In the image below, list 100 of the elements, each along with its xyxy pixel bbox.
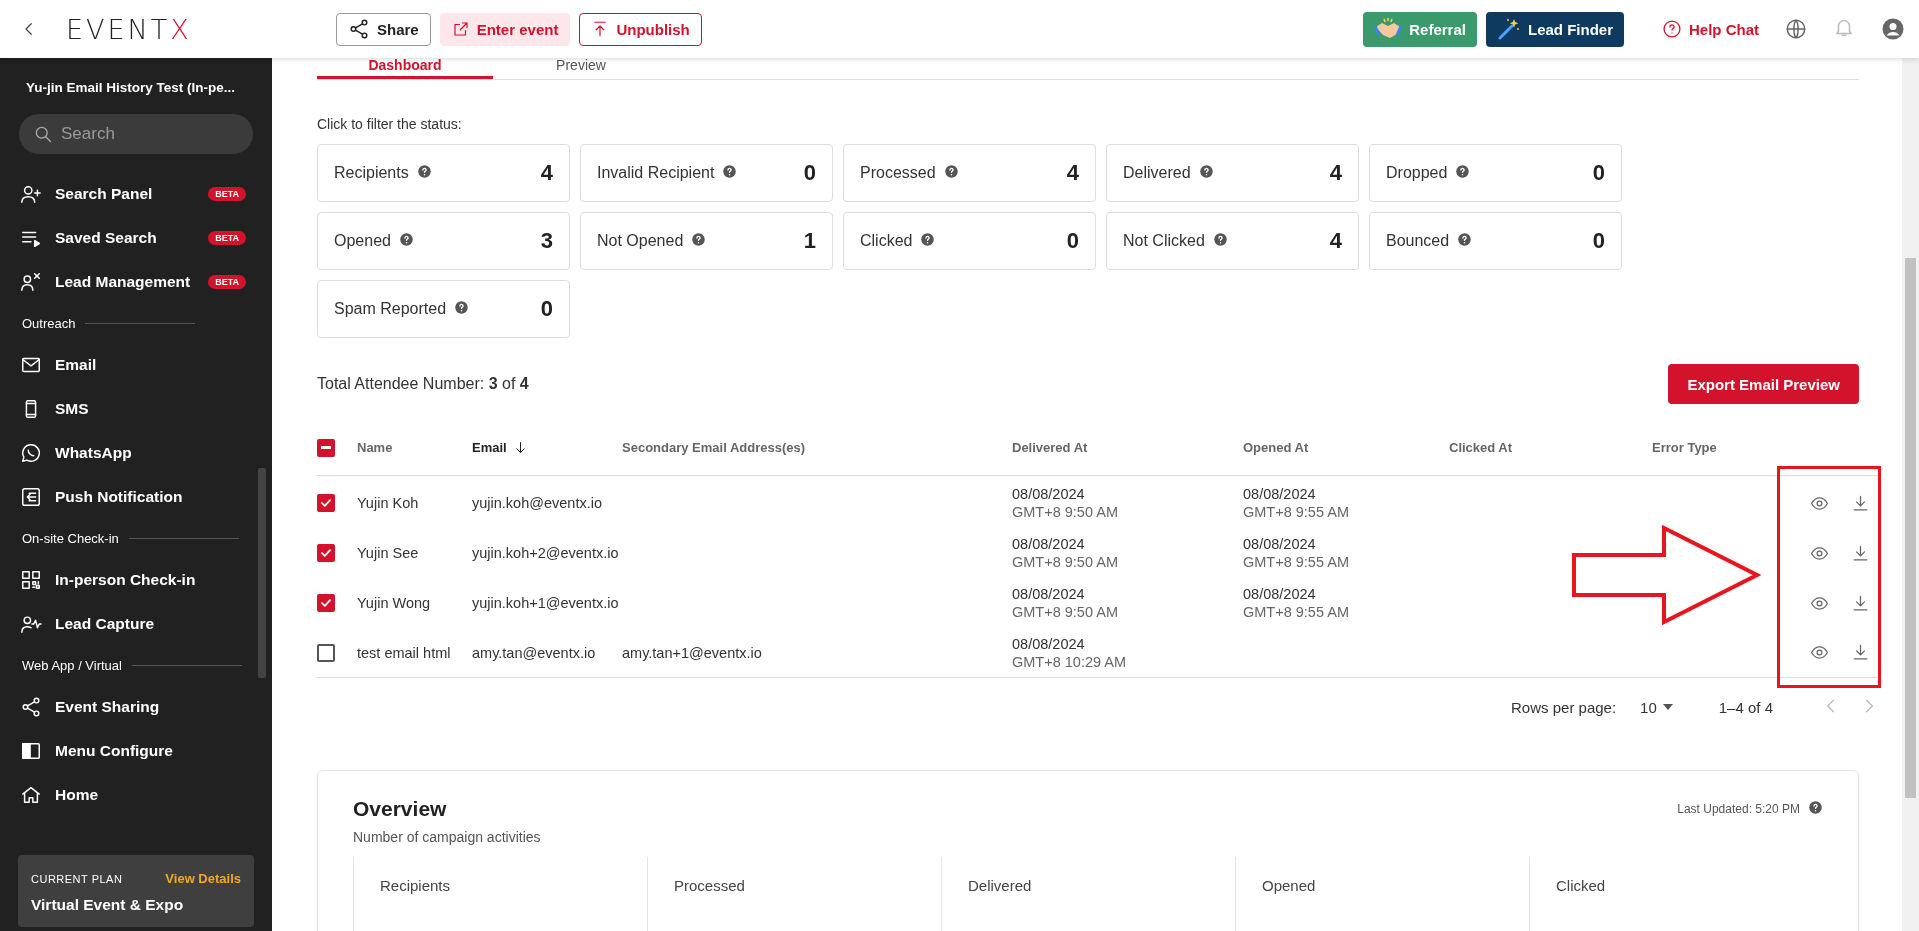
- help-icon: [416, 163, 432, 179]
- view-details-link[interactable]: View Details: [165, 871, 241, 886]
- scrollbar[interactable]: [258, 468, 266, 678]
- time-cell-text: GMT+8 9:55 AM: [1243, 554, 1350, 570]
- date-cell-text: 08/08/2024: [1243, 486, 1317, 502]
- download-icon: [1851, 643, 1870, 662]
- sidebar-item[interactable]: Lead Management BETA: [0, 260, 272, 304]
- status-filter-card[interactable]: Dropped 0: [1369, 144, 1622, 202]
- status-label: Clicked: [860, 232, 913, 250]
- export-button[interactable]: Export Email Preview: [1668, 364, 1859, 404]
- sidebar-item[interactable]: WhatsApp: [0, 431, 272, 475]
- sidebar-item[interactable]: Email: [0, 343, 272, 387]
- column-header[interactable]: Opened At: [1243, 440, 1309, 455]
- status-filter-card[interactable]: Invalid Recipient 0: [580, 144, 833, 202]
- column-header[interactable]: Email: [472, 440, 507, 455]
- column-header[interactable]: Clicked At: [1449, 440, 1513, 455]
- event-title: Yu-jin Email History Test (In-pe...: [25, 79, 237, 97]
- date-cell-text: 08/08/2024: [1012, 586, 1086, 602]
- column-header[interactable]: Delivered At: [1012, 440, 1088, 455]
- handshake-icon: [1374, 17, 1403, 41]
- status-label: Not Opened: [597, 232, 684, 250]
- status-filter-card[interactable]: Processed 4: [843, 144, 1096, 202]
- beta-badge: BETA: [208, 275, 246, 289]
- status-label: Recipients: [334, 164, 409, 182]
- row-checkbox[interactable]: [317, 494, 335, 512]
- help-icon: [722, 163, 738, 179]
- tab[interactable]: Dashboard: [317, 58, 493, 79]
- status-count: 3: [540, 228, 553, 254]
- share-button[interactable]: Share: [336, 12, 431, 46]
- plan-name: Virtual Event & Expo: [31, 896, 185, 914]
- status-filter-card[interactable]: Recipients 4: [317, 144, 570, 202]
- status-label: Spam Reported: [334, 300, 447, 318]
- status-label: Invalid Recipient: [597, 164, 715, 182]
- scrollbar[interactable]: [1902, 58, 1919, 931]
- help-icon: [920, 231, 936, 247]
- download-icon: [1851, 493, 1870, 513]
- date-cell-text: 08/08/2024: [1243, 586, 1317, 602]
- status-filter-card[interactable]: Delivered 4: [1106, 144, 1359, 202]
- overview-subtitle: Number of campaign activities: [353, 829, 542, 845]
- sidebar-item[interactable]: Lead Capture: [0, 602, 272, 646]
- person-pulse-icon: [20, 613, 42, 635]
- status-filter-card[interactable]: Spam Reported 0: [317, 280, 570, 338]
- status-count: 0: [1066, 228, 1079, 254]
- help-icon: [943, 163, 959, 179]
- sidebar-item[interactable]: Saved Search BETA: [0, 216, 272, 260]
- date-cell-text: 08/08/2024: [1012, 536, 1086, 552]
- row-checkbox[interactable]: [317, 544, 335, 562]
- rows-per-page-select[interactable]: 10: [1634, 697, 1679, 717]
- status-count: 4: [540, 160, 553, 186]
- column-header[interactable]: Secondary Email Address(es): [622, 440, 806, 455]
- person-plus-icon: [20, 183, 42, 205]
- name-cell-text: test email html: [357, 644, 452, 661]
- minus-icon: [321, 446, 331, 449]
- status-filter-card[interactable]: Not Clicked 4: [1106, 212, 1359, 270]
- enter-event-button[interactable]: Enter event: [439, 12, 571, 46]
- status-count: 4: [1329, 160, 1342, 186]
- status-count: 0: [1592, 160, 1605, 186]
- status-filter-card[interactable]: Clicked 0: [843, 212, 1096, 270]
- qr-code-icon: [20, 569, 42, 591]
- select-all-checkbox[interactable]: [317, 438, 335, 457]
- sidebar-item[interactable]: Search Panel BETA: [0, 172, 272, 216]
- globe-icon: [1785, 18, 1807, 40]
- magic-wand-icon: [1496, 17, 1521, 41]
- home-icon: [20, 784, 42, 806]
- status-filter-card[interactable]: Bounced 0: [1369, 212, 1622, 270]
- sidebar-item[interactable]: Menu Configure: [0, 729, 272, 773]
- column-header[interactable]: Name: [357, 440, 393, 455]
- sidebar-item[interactable]: In-person Check-in: [0, 558, 272, 602]
- help-icon: [1212, 231, 1228, 247]
- status-count: 0: [1592, 228, 1605, 254]
- metric-label: Delivered: [968, 877, 1032, 894]
- row-checkbox[interactable]: [317, 643, 335, 662]
- account-icon: [1881, 17, 1905, 41]
- lead-finder-button[interactable]: Lead Finder: [1485, 11, 1624, 47]
- status-count: 4: [1329, 228, 1342, 254]
- unpublish-button[interactable]: Unpublish: [579, 12, 702, 46]
- row-checkbox[interactable]: [317, 594, 335, 612]
- help-chat-button[interactable]: Help Chat: [1656, 18, 1765, 40]
- rows-per-page-label: Rows per page:: [1511, 698, 1617, 716]
- column-header[interactable]: Error Type: [1652, 440, 1717, 455]
- download-icon: [1851, 543, 1870, 563]
- sidebar-item[interactable]: SMS: [0, 387, 272, 431]
- sidebar-item[interactable]: Event Sharing: [0, 685, 272, 729]
- status-count: 0: [540, 296, 553, 322]
- date-cell-text: 08/08/2024: [1243, 536, 1317, 552]
- metric-label: Processed: [674, 877, 745, 894]
- search-field[interactable]: Search: [19, 114, 253, 154]
- status-filter-card[interactable]: Opened 3: [317, 212, 570, 270]
- logo: EVENTX: [66, 13, 193, 45]
- sidebar-item[interactable]: Push Notification: [0, 475, 272, 519]
- check-icon: [319, 546, 333, 560]
- sidebar-item[interactable]: Home: [0, 773, 272, 817]
- help-icon: [1455, 163, 1471, 179]
- tab[interactable]: Preview: [493, 58, 669, 79]
- chat-bubble-icon: [20, 442, 42, 464]
- status-filter-card[interactable]: Not Opened 1: [580, 212, 833, 270]
- email-cell-text: yujin.koh@eventx.io: [472, 495, 603, 511]
- name-cell-text: Yujin See: [357, 545, 420, 561]
- status-label: Not Clicked: [1123, 232, 1205, 250]
- secondary-email-cell: amy.tan+1@eventx.io: [622, 644, 762, 661]
